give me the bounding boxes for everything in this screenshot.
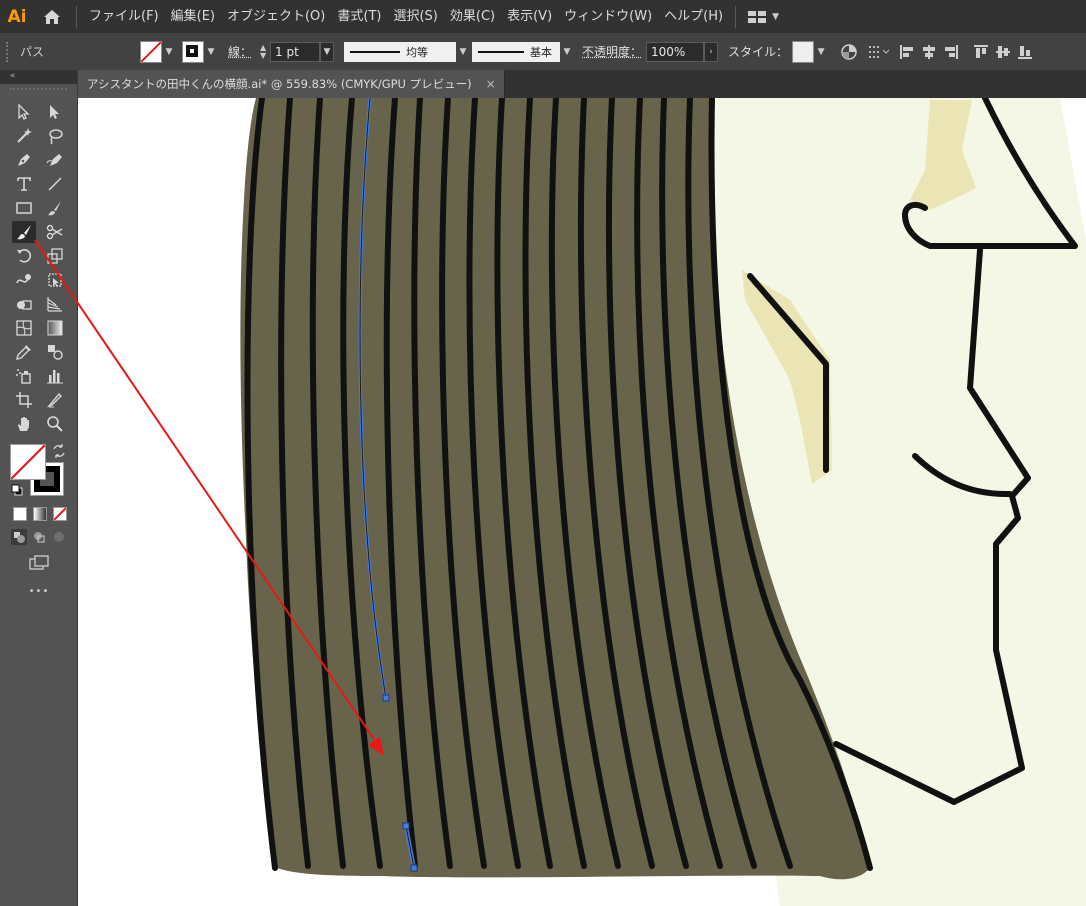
menu-window[interactable]: ウィンドウ(W) (558, 0, 658, 33)
close-icon[interactable]: × (486, 77, 496, 91)
brush-dropdown[interactable]: ▼ (560, 42, 574, 62)
align-left-icon[interactable] (896, 41, 918, 63)
pen-tool-icon[interactable] (12, 149, 36, 171)
artboard-canvas[interactable] (78, 98, 1086, 906)
artboard-tool-icon[interactable] (12, 389, 36, 411)
blend-tool-icon[interactable] (43, 341, 67, 363)
line-segment-tool-icon[interactable] (43, 173, 67, 195)
stroke-dropdown[interactable]: ▼ (204, 42, 218, 62)
tools-panel-collapse[interactable]: « (0, 70, 77, 84)
document-tab[interactable]: アシスタントの田中くんの横顔.ai* @ 559.83% (CMYK/GPU プ… (78, 70, 505, 98)
align-middle-icon[interactable] (992, 41, 1014, 63)
default-colors-icon[interactable] (11, 484, 23, 496)
stroke-weight-stepper[interactable]: ▲ ▼ (256, 42, 270, 62)
variable-width-profile[interactable]: 均等 (344, 41, 457, 62)
menu-separator (735, 5, 737, 28)
style-dropdown[interactable]: ▼ (814, 42, 828, 62)
none-swatch-icon (141, 41, 161, 62)
stroke-swatch[interactable] (182, 40, 204, 63)
align-top-icon[interactable] (970, 41, 992, 63)
recolor-artwork-icon[interactable] (838, 41, 860, 63)
menu-object[interactable]: オブジェクト(O) (221, 0, 331, 33)
selection-tool-icon[interactable] (12, 101, 36, 123)
zoom-tool-icon[interactable] (43, 413, 67, 435)
menu-edit[interactable]: 編集(E) (165, 0, 221, 33)
stroke-weight-dropdown[interactable]: ▼ (320, 41, 335, 62)
opacity-dropdown[interactable]: › (704, 41, 719, 62)
profile-preview-line (350, 50, 401, 53)
mesh-tool-icon[interactable] (12, 317, 36, 339)
chevron-down-icon: ▼ (772, 11, 779, 22)
draw-behind-icon[interactable] (31, 529, 47, 545)
menu-view[interactable]: 表示(V) (501, 0, 558, 33)
eyedropper-tool-icon[interactable] (12, 341, 36, 363)
hand-tool-icon[interactable] (12, 413, 36, 435)
tools-panel-grip[interactable] (10, 88, 67, 96)
fill-swatch[interactable] (140, 40, 162, 63)
illustration-artwork (240, 98, 1086, 906)
document-tab-title: アシスタントの田中くんの横顔.ai* @ 559.83% (CMYK/GPU プ… (87, 77, 472, 91)
draw-inside-icon[interactable] (51, 529, 67, 545)
none-icon (54, 508, 66, 520)
gradient-tool-icon[interactable] (43, 317, 67, 339)
perspective-grid-tool-icon[interactable] (43, 293, 67, 315)
menu-effect[interactable]: 効果(C) (444, 0, 501, 33)
profile-dropdown[interactable]: ▼ (456, 42, 470, 62)
menu-help[interactable]: ヘルプ(H) (658, 0, 729, 33)
menu-select[interactable]: 選択(S) (387, 0, 443, 33)
control-bar: パス ▼ ▼ 線： ▲ ▼ 1 pt ▼ 均等 ▼ 基本 ▼ 不透明度： 100%… (0, 33, 1086, 71)
warp-tool-icon[interactable] (12, 269, 36, 291)
align-center-icon[interactable] (918, 41, 940, 63)
direct-selection-tool-icon[interactable] (43, 101, 67, 123)
rotate-tool-icon[interactable] (12, 245, 36, 267)
brush-definition[interactable]: 基本 (472, 41, 561, 62)
arrange-documents-button[interactable]: ▼ (742, 10, 785, 24)
rectangle-tool-icon[interactable] (12, 197, 36, 219)
shape-builder-tool-icon[interactable] (12, 293, 36, 315)
align-right-icon[interactable] (940, 41, 962, 63)
opacity-field[interactable]: 100% (646, 41, 705, 62)
fill-color-swatch[interactable] (10, 444, 46, 480)
menu-bar: Ai ファイル(F) 編集(E) オブジェクト(O) 書式(T) 選択(S) 効… (0, 0, 1086, 33)
column-graph-tool-icon[interactable] (43, 365, 67, 387)
app-logo: Ai (7, 6, 27, 27)
paintbrush-tool-icon[interactable] (43, 197, 67, 219)
symbol-sprayer-tool-icon[interactable] (12, 365, 36, 387)
selection-type-label: パス (20, 45, 45, 59)
magic-wand-tool-icon[interactable] (12, 125, 36, 147)
scissors-tool-icon[interactable] (43, 221, 67, 243)
graphic-style-swatch[interactable] (792, 40, 815, 63)
menu-separator (76, 5, 77, 28)
gradient-mode-button[interactable] (33, 507, 47, 521)
control-bar-grip[interactable] (6, 41, 14, 62)
draw-normal-icon[interactable] (11, 529, 27, 545)
slice-tool-icon[interactable] (43, 389, 67, 411)
curvature-tool-icon[interactable] (43, 149, 67, 171)
opacity-label[interactable]: 不透明度： (582, 43, 642, 60)
stroke-weight-label[interactable]: 線： (228, 43, 252, 60)
screen-mode-icon[interactable] (29, 554, 51, 572)
home-icon[interactable] (34, 0, 70, 33)
document-tab-bar: アシスタントの田中くんの横顔.ai* @ 559.83% (CMYK/GPU プ… (78, 70, 1086, 98)
brush-preview-line (478, 50, 525, 53)
lasso-tool-icon[interactable] (43, 125, 67, 147)
free-transform-tool-icon[interactable] (43, 269, 67, 291)
menu-type[interactable]: 書式(T) (331, 0, 387, 33)
layout-grid-icon (748, 10, 767, 23)
stroke-weight-field[interactable]: 1 pt (270, 41, 321, 62)
color-mode-button[interactable] (13, 507, 27, 521)
tools-panel: « ••• (0, 70, 78, 906)
swap-colors-icon[interactable] (52, 444, 66, 458)
fill-dropdown[interactable]: ▼ (162, 42, 176, 62)
align-bottom-icon[interactable] (1014, 41, 1036, 63)
align-options-icon[interactable] (868, 41, 890, 63)
menu-file[interactable]: ファイル(F) (83, 0, 165, 33)
none-mode-button[interactable] (53, 507, 67, 521)
scale-tool-icon[interactable] (43, 245, 67, 267)
edit-toolbar-icon[interactable]: ••• (24, 586, 54, 597)
type-tool-icon[interactable] (12, 173, 36, 195)
blob-brush-tool-icon[interactable] (12, 221, 36, 243)
none-fill-icon (11, 445, 45, 479)
style-label: スタイル： (728, 45, 789, 59)
